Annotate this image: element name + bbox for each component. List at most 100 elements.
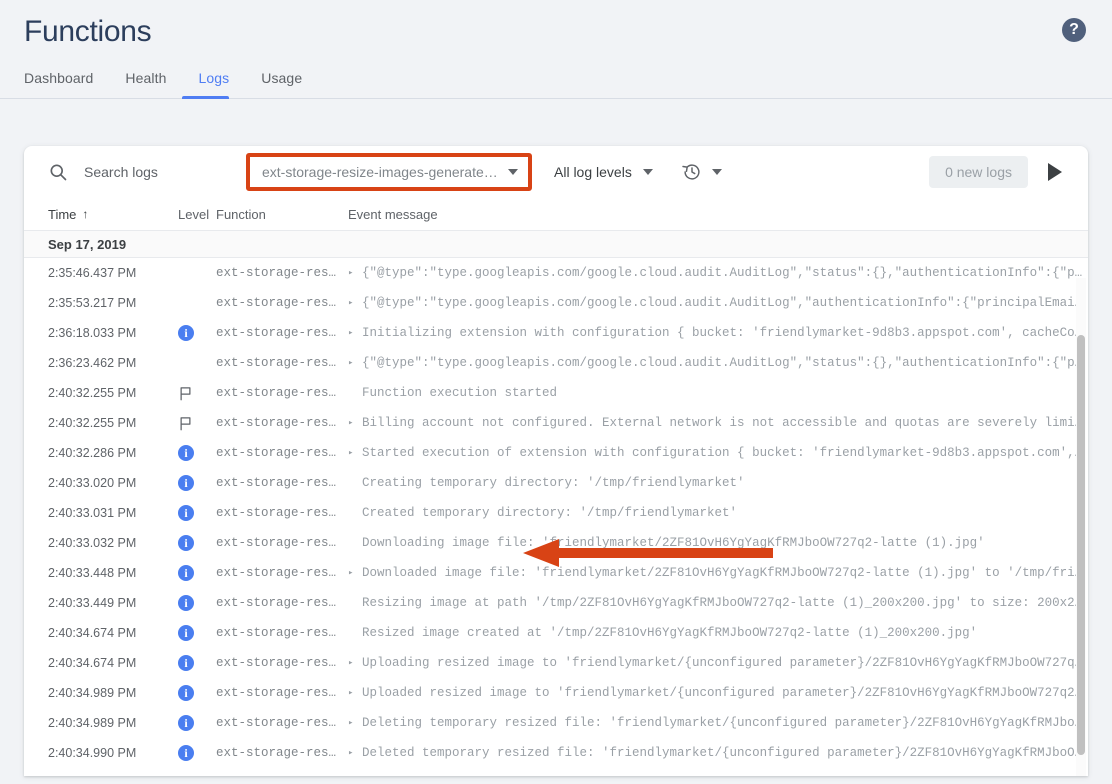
tab-logs[interactable]: Logs bbox=[182, 70, 245, 98]
log-function: ext-storage-res… bbox=[216, 626, 348, 640]
log-level-cell: i bbox=[178, 475, 216, 491]
log-function: ext-storage-res… bbox=[216, 596, 348, 610]
expand-row-icon[interactable]: ▸ bbox=[348, 689, 356, 698]
play-triangle-icon[interactable] bbox=[1042, 159, 1068, 185]
log-message-cell: ▸Resized image created at '/tmp/2ZF81OvH… bbox=[348, 626, 1088, 640]
log-message: Resizing image at path '/tmp/2ZF81OvH6Yg… bbox=[362, 596, 1088, 610]
column-header-level: Level bbox=[178, 207, 216, 222]
expand-row-icon[interactable]: ▸ bbox=[348, 329, 356, 338]
log-time: 2:40:34.674 PM bbox=[48, 626, 178, 640]
log-time: 2:36:23.462 PM bbox=[48, 356, 178, 370]
log-level-cell bbox=[178, 355, 216, 371]
time-range-dropdown[interactable] bbox=[681, 161, 722, 183]
function-filter-dropdown[interactable]: ext-storage-resize-images-generateRe… bbox=[250, 157, 528, 187]
log-function: ext-storage-res… bbox=[216, 566, 348, 580]
log-time: 2:40:32.286 PM bbox=[48, 446, 178, 460]
tab-usage[interactable]: Usage bbox=[245, 70, 318, 98]
log-level-cell bbox=[178, 416, 216, 431]
scrollbar-thumb[interactable] bbox=[1077, 335, 1085, 755]
log-function: ext-storage-res… bbox=[216, 416, 348, 430]
log-level-dropdown[interactable]: All log levels bbox=[554, 164, 653, 180]
tab-health[interactable]: Health bbox=[109, 70, 182, 98]
chevron-down-icon bbox=[712, 169, 722, 175]
log-function: ext-storage-res… bbox=[216, 356, 348, 370]
log-level-cell: i bbox=[178, 625, 216, 641]
expand-row-icon[interactable]: ▸ bbox=[348, 719, 356, 728]
log-time: 2:40:33.031 PM bbox=[48, 506, 178, 520]
log-message-cell: ▸Resizing image at path '/tmp/2ZF81OvH6Y… bbox=[348, 596, 1088, 610]
logs-toolbar: ext-storage-resize-images-generateRe… Al… bbox=[24, 146, 1088, 198]
log-message: {"@type":"type.googleapis.com/google.clo… bbox=[362, 266, 1088, 280]
log-message: {"@type":"type.googleapis.com/google.clo… bbox=[362, 356, 1088, 370]
expand-row-icon[interactable]: ▸ bbox=[348, 269, 356, 278]
flag-icon bbox=[178, 416, 193, 431]
log-level-cell: i bbox=[178, 535, 216, 551]
log-message: Creating temporary directory: '/tmp/frie… bbox=[362, 476, 745, 490]
log-time: 2:40:34.989 PM bbox=[48, 686, 178, 700]
log-time: 2:40:34.674 PM bbox=[48, 656, 178, 670]
expand-row-icon[interactable]: ▸ bbox=[348, 419, 356, 428]
log-message-cell: ▸{"@type":"type.googleapis.com/google.cl… bbox=[348, 296, 1088, 310]
log-row[interactable]: 2:40:32.255 PMext-storage-res…▸Billing a… bbox=[24, 408, 1088, 438]
log-function: ext-storage-res… bbox=[216, 746, 348, 760]
expand-row-icon[interactable]: ▸ bbox=[348, 449, 356, 458]
log-message-cell: ▸Uploaded resized image to 'friendlymark… bbox=[348, 686, 1088, 700]
log-row[interactable]: 2:36:23.462 PM ext-storage-res…▸ {"@type":… bbox=[24, 348, 1088, 378]
log-message-cell: ▸Creating temporary directory: '/tmp/fri… bbox=[348, 476, 1088, 490]
expand-row-icon[interactable]: ▸ bbox=[348, 359, 356, 368]
log-time: 2:40:32.255 PM bbox=[48, 416, 178, 430]
tab-dashboard[interactable]: Dashboard bbox=[24, 70, 109, 98]
log-row[interactable]: 2:35:46.437 PMext-storage-res…▸{"@type":… bbox=[24, 258, 1088, 288]
help-circle-icon[interactable]: ? bbox=[1062, 18, 1086, 42]
log-message: Initializing extension with configuratio… bbox=[362, 326, 1088, 340]
log-message: Resized image created at '/tmp/2ZF81OvH6… bbox=[362, 626, 977, 640]
expand-row-icon[interactable]: ▸ bbox=[348, 659, 356, 668]
chevron-down-icon bbox=[508, 169, 518, 175]
logs-card: ext-storage-resize-images-generateRe… Al… bbox=[24, 146, 1088, 776]
log-row-list: 2:35:46.437 PMext-storage-res…▸{"@type":… bbox=[24, 258, 1088, 772]
search-input[interactable] bbox=[84, 164, 234, 180]
info-icon: i bbox=[178, 565, 194, 581]
log-level-cell: i bbox=[178, 505, 216, 521]
log-row[interactable]: 2:40:34.674 PMiext-storage-res…▸Resized … bbox=[24, 618, 1088, 648]
log-row[interactable]: 2:40:33.448 PMiext-storage-res…▸Download… bbox=[24, 558, 1088, 588]
log-row[interactable]: 2:40:33.449 PMiext-storage-res…▸Resizing… bbox=[24, 588, 1088, 618]
log-time: 2:40:32.255 PM bbox=[48, 386, 178, 400]
log-level-cell bbox=[178, 295, 216, 311]
date-group-header: Sep 17, 2019 bbox=[24, 230, 1088, 258]
log-row[interactable]: 2:36:18.033 PMiext-storage-res…▸Initiali… bbox=[24, 318, 1088, 348]
column-header-message: Event message bbox=[348, 207, 1088, 222]
log-level-cell: i bbox=[178, 685, 216, 701]
info-icon: i bbox=[178, 535, 194, 551]
log-list-scrollbar[interactable] bbox=[1076, 278, 1086, 776]
new-logs-button[interactable]: 0 new logs bbox=[929, 156, 1028, 188]
log-row[interactable]: 2:40:34.989 PMiext-storage-res…▸Uploaded… bbox=[24, 678, 1088, 708]
log-message-cell: ▸ Deleting temporary resized file: 'frien… bbox=[348, 716, 1088, 730]
log-time: 2:35:46.437 PM bbox=[48, 266, 178, 280]
info-icon: i bbox=[178, 595, 194, 611]
log-message-cell: ▸Function execution started bbox=[348, 386, 1088, 400]
log-row[interactable]: 2:40:33.020 PMiext-storage-res…▸Creating… bbox=[24, 468, 1088, 498]
expand-row-icon[interactable]: ▸ bbox=[348, 299, 356, 308]
log-row[interactable]: 2:40:33.032 PMiext-storage-res…▸Download… bbox=[24, 528, 1088, 558]
info-icon: i bbox=[178, 445, 194, 461]
log-function: ext-storage-res… bbox=[216, 446, 348, 460]
log-row[interactable]: 2:40:32.286 PMiext-storage-res…▸Started … bbox=[24, 438, 1088, 468]
log-row[interactable]: 2:40:34.989 PMiext-storage-res…▸Deleting… bbox=[24, 708, 1088, 738]
column-header-time-label: Time bbox=[48, 207, 76, 222]
log-message-cell: ▸ {"@type":"type.googleapis.com/google.cl… bbox=[348, 266, 1088, 280]
log-row[interactable]: 2:35:53.217 PMext-storage-res…▸{"@type":… bbox=[24, 288, 1088, 318]
column-header-function: Function bbox=[216, 207, 348, 222]
info-icon: i bbox=[178, 325, 194, 341]
log-row[interactable]: 2:40:32.255 PMext-storage-res…▸Function … bbox=[24, 378, 1088, 408]
no-level-icon bbox=[178, 265, 194, 281]
log-row[interactable]: 2:40:34.674 PMiext-storage-res…▸Uploadin… bbox=[24, 648, 1088, 678]
expand-row-icon[interactable]: ▸ bbox=[348, 569, 356, 578]
log-function: ext-storage-res… bbox=[216, 506, 348, 520]
log-row[interactable]: 2:40:33.031 PMiext-storage-res…▸Created … bbox=[24, 498, 1088, 528]
log-message: Deleting temporary resized file: 'friend… bbox=[362, 716, 1088, 730]
log-message: Deleted temporary resized file: 'friendl… bbox=[362, 746, 1088, 760]
column-header-time[interactable]: Time ↑ bbox=[48, 207, 178, 222]
expand-row-icon[interactable]: ▸ bbox=[348, 749, 356, 758]
log-row[interactable]: 2:40:34.990 PMiext-storage-res…▸Deleted … bbox=[24, 738, 1088, 768]
